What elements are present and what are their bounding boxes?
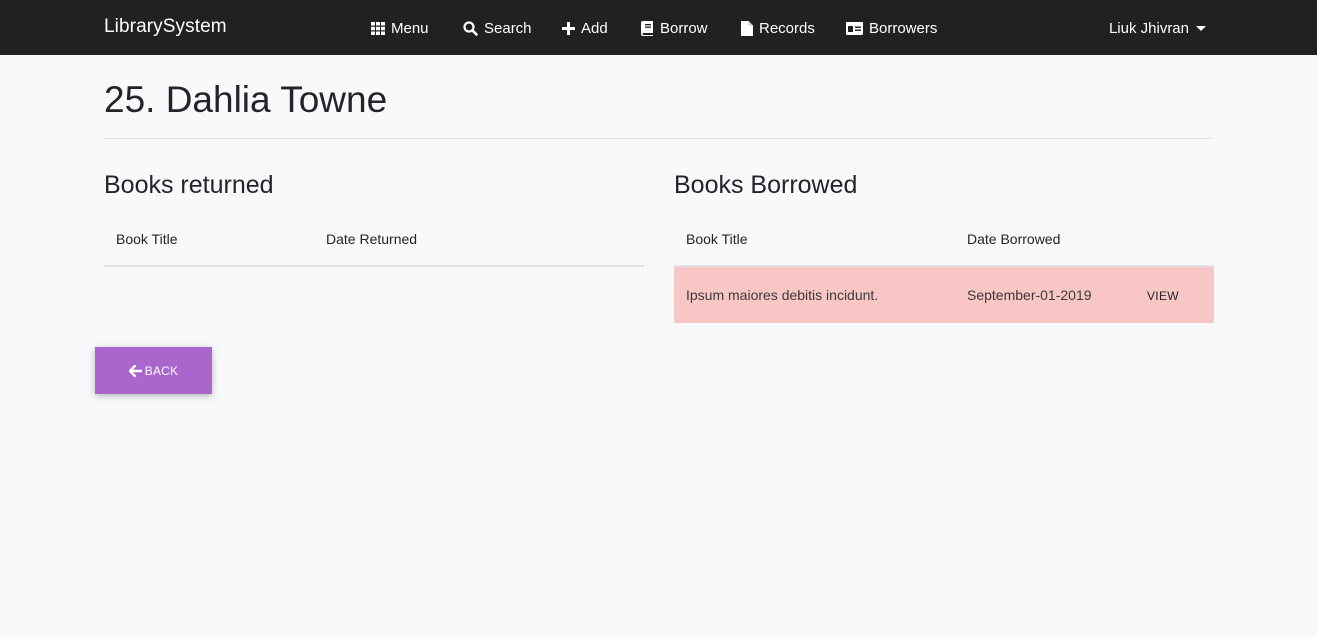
- column-header-date: Date Returned: [314, 212, 644, 267]
- view-link[interactable]: VIEW: [1147, 289, 1179, 303]
- grid-icon: [371, 21, 385, 35]
- borrowed-table: Book Title Date Borrowed Ipsum maiores d…: [674, 212, 1214, 323]
- column-header-title: Book Title: [104, 212, 314, 267]
- column-header-title: Book Title: [674, 212, 955, 267]
- title-divider: [104, 138, 1214, 139]
- back-button-label: BACK: [144, 363, 179, 378]
- plus-icon: [562, 21, 575, 35]
- table-header-row: Book Title Date Returned: [104, 212, 644, 267]
- borrowed-table-body: Ipsum maiores debitis incidunt. Septembe…: [674, 266, 1214, 323]
- column-header-action: [1133, 212, 1214, 267]
- nav-item-menu[interactable]: Menu: [371, 18, 429, 38]
- column-header-date: Date Borrowed: [955, 212, 1133, 267]
- borrowed-heading: Books Borrowed: [674, 171, 858, 199]
- page-title: 25. Dahlia Towne: [104, 79, 388, 120]
- nav-item-label: Borrow: [660, 19, 708, 37]
- search-icon: [463, 20, 478, 36]
- arrow-left-icon: [128, 364, 142, 377]
- file-icon: [741, 20, 753, 36]
- returned-table: Book Title Date Returned: [104, 212, 644, 267]
- nav-item-records[interactable]: Records: [741, 18, 815, 38]
- nav-item-borrow[interactable]: Borrow: [641, 18, 708, 38]
- nav-item-label: Borrowers: [869, 19, 938, 37]
- table-header-row: Book Title Date Borrowed: [674, 212, 1214, 267]
- nav-item-label: Add: [581, 19, 608, 37]
- book-title-cell: Ipsum maiores debitis incidunt.: [674, 266, 955, 323]
- caret-down-icon: [1196, 25, 1206, 31]
- brand-link[interactable]: LibrarySystem: [104, 16, 227, 38]
- returned-heading: Books returned: [104, 171, 274, 199]
- nav-item-borrowers[interactable]: Borrowers: [846, 18, 937, 38]
- user-dropdown[interactable]: Liuk Jhivran: [1109, 18, 1206, 38]
- nav-item-add[interactable]: Add: [562, 18, 608, 38]
- nav-item-search[interactable]: Search: [463, 18, 532, 38]
- nav-item-label: Search: [484, 19, 532, 37]
- book-icon: [641, 20, 653, 36]
- table-row: Ipsum maiores debitis incidunt. Septembe…: [674, 266, 1214, 323]
- date-borrowed-cell: September-01-2019: [955, 266, 1133, 323]
- nav-item-label: Records: [759, 19, 815, 37]
- id-card-icon: [846, 21, 863, 35]
- user-name: Liuk Jhivran: [1108, 19, 1189, 37]
- action-cell: VIEW: [1133, 266, 1214, 323]
- nav-item-label: Menu: [391, 19, 429, 37]
- back-button[interactable]: BACK: [95, 347, 212, 394]
- top-navbar: LibrarySystem Menu Search Add Borrow Rec…: [0, 0, 1317, 55]
